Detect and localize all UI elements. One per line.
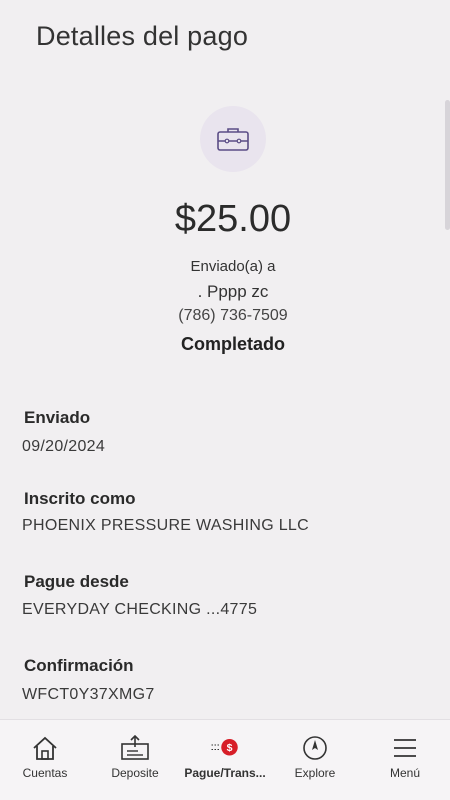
- nav-label-menu: Menú: [389, 766, 421, 780]
- enrolled-as-label: Inscrito como: [24, 489, 136, 508]
- nav-item-pay-transfer[interactable]: $ Pague/Trans...: [180, 720, 270, 800]
- compass-icon: [300, 734, 330, 762]
- menu-icon: [390, 734, 420, 762]
- pay-from-label: Pague desde: [24, 572, 129, 591]
- enrolled-as-value: PHOENIX PRESSURE WASHING LLC: [22, 517, 309, 534]
- briefcase-icon: [217, 128, 249, 151]
- page-title: Detalles del pago: [36, 20, 249, 51]
- nav-label-deposit: Deposite: [111, 766, 159, 780]
- confirmation-label: Confirmación: [24, 656, 134, 675]
- confirmation-value: WFCT0Y37XMG7: [22, 686, 155, 703]
- nav-item-deposit[interactable]: Deposite: [90, 720, 180, 800]
- sent-date-value: 09/20/2024: [22, 438, 106, 455]
- nav-label-explore: Explore: [294, 766, 336, 780]
- page-header: Detalles del pago: [0, 0, 450, 72]
- bottom-nav: Cuentas Deposite $ Pague/Trans... Explor…: [0, 719, 450, 800]
- nav-label-accounts: Cuentas: [22, 766, 68, 780]
- home-icon: [30, 734, 60, 762]
- nav-item-explore[interactable]: Explore: [270, 720, 360, 800]
- sent-to-label: Enviado(a) a: [190, 258, 276, 275]
- nav-item-accounts[interactable]: Cuentas: [0, 720, 90, 800]
- payment-amount: $25.00: [174, 198, 292, 240]
- nav-label-pay-transfer: Pague/Trans...: [184, 766, 266, 780]
- deposit-icon: [120, 734, 150, 762]
- payment-status: Completado: [180, 334, 285, 354]
- pay-transfer-icon: $: [210, 734, 240, 762]
- nav-item-menu[interactable]: Menú: [360, 720, 450, 800]
- payment-type-badge: [200, 106, 266, 172]
- sent-date-label: Enviado: [24, 408, 91, 427]
- svg-text:$: $: [227, 742, 233, 754]
- recipient-name: . Pppp zc: [197, 282, 269, 301]
- pay-from-value: EVERYDAY CHECKING ...4775: [22, 601, 258, 618]
- recipient-phone: (786) 736-7509: [178, 307, 288, 324]
